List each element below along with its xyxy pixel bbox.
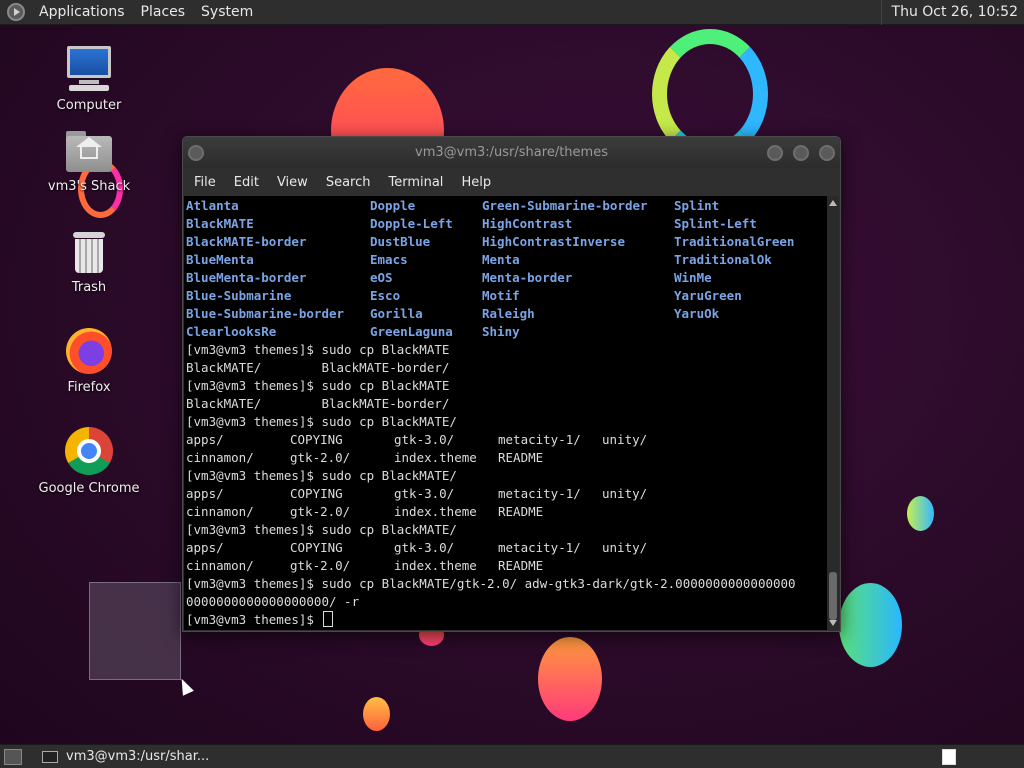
prompt-line: [vm3@vm3 themes]$ sudo cp BlackMATE/ [186,468,457,483]
terminal-output[interactable]: Atlanta Dopple Green-Submarine-border Splin… [184,196,827,630]
prompt-line: [vm3@vm3 themes]$ sudo cp BlackMATE/ [186,414,457,429]
desktop-icon-label: Trash [71,280,107,295]
panel-clock[interactable]: Thu Oct 26, 10:52 [880,0,1024,25]
desktop-icon-label: Google Chrome [38,481,140,496]
completion-line: BlackMATE/ BlackMATE-border/ [186,360,450,375]
ls-theme-row: BlueMenta-border eOS Menta-border WinMe [186,270,712,285]
menu-system[interactable]: System [193,4,261,20]
ls-row: apps/COPYING gtk-3.0/metacity-1/unity/ [186,486,648,501]
maximize-button[interactable] [793,144,809,161]
desktop-icon-firefox[interactable]: Firefox [29,328,149,395]
scrollbar-thumb[interactable] [829,572,837,620]
terminal-icon [42,750,58,763]
window-titlebar[interactable]: vm3@vm3:/usr/share/themes [183,137,840,168]
ls-theme-row: ClearlooksRe GreenLaguna Shiny [186,324,520,339]
wallpaper-bubble [538,637,602,721]
desktop-icon-label: Firefox [67,380,111,395]
show-desktop-icon[interactable] [4,748,22,765]
wallpaper-bubble [839,583,902,667]
prompt-line: [vm3@vm3 themes]$ sudo cp BlackMATE [186,342,450,357]
menu-help[interactable]: Help [452,175,500,190]
ls-theme-row: Blue-Submarine Esco Motif YaruGreen [186,288,742,303]
menu-view[interactable]: View [268,175,317,190]
completion-line: BlackMATE/ BlackMATE-border/ [186,396,450,411]
home-folder-icon [66,131,112,173]
mate-logo-icon[interactable] [7,3,25,21]
active-prompt[interactable]: [vm3@vm3 themes]$ [186,611,825,629]
wallpaper-bubble [907,496,934,531]
terminal-menubar: File Edit View Search Terminal Help [183,168,840,196]
desktop-icon-label: vm3's Shack [47,179,131,194]
desktop-icon-home[interactable]: vm3's Shack [29,131,149,194]
prompt-line: [vm3@vm3 themes]$ sudo cp BlackMATE [186,378,450,393]
desktop-icon-computer[interactable]: Computer [29,46,149,113]
workspace-switcher[interactable] [942,748,956,765]
window-title: vm3@vm3:/usr/share/themes [415,145,608,160]
terminal-window[interactable]: vm3@vm3:/usr/share/themes File Edit View… [182,136,841,632]
ls-theme-row: Atlanta Dopple Green-Submarine-border Splin… [186,198,720,213]
ls-theme-row: BlueMenta Emacs Menta TraditionalOk [186,252,772,267]
ls-theme-row: BlackMATE Dopple-Left HighContrast Splint-L… [186,216,757,231]
terminal-scrollbar[interactable] [827,196,839,630]
menu-file[interactable]: File [185,175,225,190]
menu-places[interactable]: Places [133,4,194,20]
desktop-icon-trash[interactable]: Trash [29,230,149,295]
ls-row: cinnamon/gtk-2.0/index.theme README [186,450,544,465]
ls-row: cinnamon/gtk-2.0/index.theme README [186,558,544,573]
scroll-down-arrow-icon[interactable] [829,620,837,626]
menu-edit[interactable]: Edit [225,175,268,190]
menu-terminal[interactable]: Terminal [379,175,452,190]
rubber-band-selection [89,582,181,680]
wrapped-line: 0000000000000000000/ -r [186,594,360,609]
menu-search[interactable]: Search [317,175,380,190]
prompt-line: [vm3@vm3 themes]$ sudo cp BlackMATE/ [186,522,457,537]
task-label: vm3@vm3:/usr/shar... [66,749,210,764]
mouse-pointer-icon [176,676,194,696]
scroll-up-arrow-icon[interactable] [829,200,837,206]
minimize-button[interactable] [767,144,783,161]
taskbar-terminal-task[interactable]: vm3@vm3:/usr/shar... [36,746,215,768]
ls-theme-row: Blue-Submarine-border Gorilla Raleigh YaruO… [186,306,720,321]
desktop-icon-chrome[interactable]: Google Chrome [29,427,149,496]
firefox-icon [66,328,112,374]
menu-applications[interactable]: Applications [31,4,133,20]
top-panel: Applications Places System Thu Oct 26, 1… [0,0,1024,25]
ls-theme-row: BlackMATE-border DustBlue HighContrastInve… [186,234,795,249]
text-cursor [323,611,334,627]
chrome-icon [65,427,113,475]
close-button[interactable] [819,144,835,161]
window-menu-button[interactable] [188,144,204,161]
prompt-text: [vm3@vm3 themes]$ [186,612,322,627]
computer-icon [65,46,113,92]
desktop-icon-label: Computer [56,98,122,113]
trash-icon [71,230,107,274]
ls-row: apps/COPYING gtk-3.0/metacity-1/unity/ [186,432,648,447]
ls-row: apps/COPYING gtk-3.0/metacity-1/unity/ [186,540,648,555]
prompt-line: [vm3@vm3 themes]$ sudo cp BlackMATE/gtk-… [186,576,796,591]
wallpaper-bubble [363,697,390,731]
ls-row: cinnamon/gtk-2.0/index.theme README [186,504,544,519]
bottom-panel: vm3@vm3:/usr/shar... [0,744,1024,768]
